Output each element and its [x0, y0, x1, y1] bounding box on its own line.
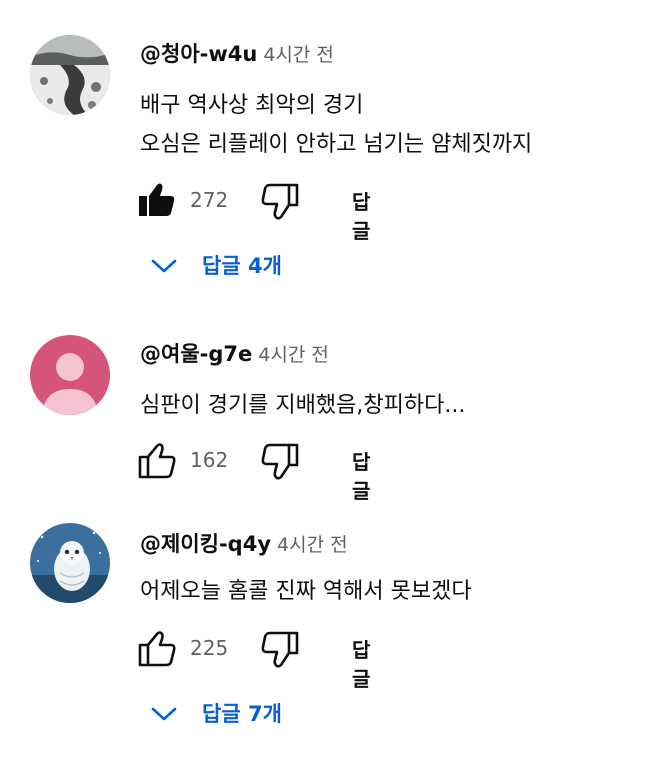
reply-button[interactable]: 답글	[352, 634, 370, 692]
thumbs-down-icon	[261, 443, 299, 480]
like-count: 225	[190, 636, 229, 660]
chevron-down-icon	[151, 707, 177, 721]
timestamp[interactable]: 4시간 전	[263, 44, 334, 66]
avatar[interactable]	[30, 523, 110, 603]
replies-count-label: 답글 4개	[202, 254, 282, 278]
like-count: 272	[190, 188, 229, 212]
chevron-down-icon	[151, 259, 177, 273]
comment-text-line: 배구 역사상 최악의 경기	[140, 93, 364, 118]
timestamp[interactable]: 4시간 전	[277, 534, 348, 556]
like-button[interactable]	[138, 628, 178, 668]
author-handle[interactable]: @청아-w4u	[140, 42, 257, 66]
thumbs-up-filled-icon	[139, 183, 175, 216]
timestamp[interactable]: 4시간 전	[258, 344, 329, 366]
thumbs-down-icon	[261, 183, 299, 220]
avatar[interactable]	[30, 35, 110, 115]
comment-text-line: 어제오늘 홈콜 진짜 역해서 못보겠다	[140, 579, 472, 604]
avatar[interactable]	[30, 335, 110, 415]
snowy-landscape-avatar-icon	[30, 35, 110, 115]
comment-header: @청아-w4u 4시간 전	[140, 38, 334, 68]
comment-header: @여울-g7e 4시간 전	[140, 338, 329, 368]
author-handle[interactable]: @제이킹-q4y	[140, 532, 271, 556]
dislike-button[interactable]	[260, 630, 300, 670]
comment-item: @제이킹-q4y 4시간 전 어제오늘 홈콜 진짜 역해서 못보겠다 225 답글	[0, 488, 652, 768]
like-count: 162	[190, 448, 229, 472]
dislike-button[interactable]	[260, 442, 300, 482]
thumbs-down-icon	[261, 631, 299, 668]
comment-item: @여울-g7e 4시간 전 심판이 경기를 지배했음,창피하다... 162 답글	[0, 300, 652, 503]
author-handle[interactable]: @여울-g7e	[140, 342, 252, 366]
thumbs-up-icon	[138, 443, 176, 479]
comment-header: @제이킹-q4y 4시간 전	[140, 528, 348, 558]
comment-text-line: 심판이 경기를 지배했음,창피하다...	[140, 393, 466, 418]
like-button[interactable]	[138, 440, 178, 480]
thumbs-up-icon	[138, 631, 176, 667]
reply-button[interactable]: 답글	[352, 186, 370, 244]
comment-item: @청아-w4u 4시간 전 배구 역사상 최악의 경기 오심은 리플레이 안하고 …	[0, 0, 652, 300]
default-person-avatar-icon	[30, 335, 110, 415]
like-button[interactable]	[138, 180, 178, 220]
dislike-button[interactable]	[260, 182, 300, 222]
comment-text-line: 오심은 리플레이 안하고 넘기는 얌체짓까지	[140, 132, 533, 157]
owl-avatar-icon	[30, 523, 110, 603]
replies-count-label: 답글 7개	[202, 702, 282, 726]
